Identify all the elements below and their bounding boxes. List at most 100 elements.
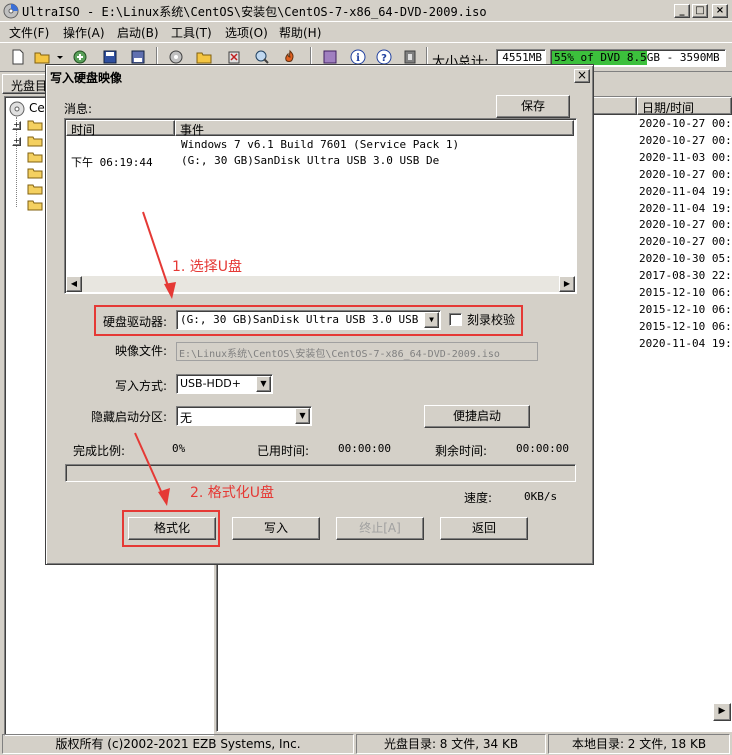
log-rows: Windows 7 v6.1 Build 7601 (Service Pack … (71, 138, 571, 178)
minimize-button[interactable]: _ (674, 4, 690, 18)
log-row-2-time: 下午 06:19:44 (71, 156, 153, 169)
dialog-close-button[interactable]: × (574, 69, 590, 83)
menu-options[interactable]: 选项(O) (225, 24, 268, 41)
file-date-cell: 2015-12-10 06:3 (639, 302, 732, 316)
left-pane-header-label: 光盘目 (11, 79, 48, 93)
completion-label: 完成比例: (73, 444, 126, 458)
menu-help[interactable]: 帮助(H) (279, 24, 321, 41)
scroll-left-button[interactable]: ◀ (66, 276, 82, 292)
folder-icon[interactable] (27, 167, 43, 179)
disc-dir-status: 光盘目录: 8 文件, 34 KB (356, 734, 546, 754)
write-button[interactable]: 写入 (232, 517, 320, 540)
delete-icon[interactable] (226, 49, 242, 65)
file-date-cell: 2020-10-27 00:2 (639, 167, 732, 181)
expand-toggle-1[interactable]: + (12, 121, 21, 130)
save-button[interactable]: 保存 (496, 95, 570, 118)
maximize-button[interactable]: □ (692, 4, 708, 18)
info-icon[interactable]: i (350, 49, 366, 65)
folder-icon[interactable] (27, 119, 43, 131)
window-titlebar: UltraISO - E:\Linux系统\CentOS\安装包\CentOS-… (0, 0, 732, 22)
log-time-header[interactable]: 时间 (66, 120, 175, 137)
folder-icon[interactable] (27, 183, 43, 195)
log-hscrollbar[interactable]: ◀ ▶ (66, 276, 575, 292)
log-event-header[interactable]: 事件 (175, 120, 574, 137)
speed-value: 0KB/s (524, 490, 558, 503)
message-log: 时间 事件 Windows 7 v6.1 Build 7601 (Service… (64, 118, 577, 294)
extract-icon[interactable] (72, 49, 88, 65)
menu-action[interactable]: 操作(A) (63, 24, 105, 41)
image-file-field[interactable]: E:\Linux系统\CentOS\安装包\CentOS-7-x86_64-DV… (176, 342, 538, 361)
svg-text:?: ? (381, 53, 387, 64)
disk-drive-highlight-box (94, 305, 523, 336)
chevron-down-icon[interactable]: ▼ (256, 376, 271, 392)
cd-icon (9, 101, 25, 117)
copyright-text: 版权所有 (c)2002-2021 EZB Systems, Inc. (2, 734, 354, 754)
hidden-partition-select[interactable]: 无 ▼ (176, 406, 312, 426)
capacity-text: 55% of DVD 8.5GB - 3590MB (554, 51, 720, 64)
menu-tools[interactable]: 工具(T) (171, 24, 212, 41)
folder-icon[interactable] (27, 151, 43, 163)
dialog-title: 写入硬盘映像 (50, 71, 123, 85)
messages-label: 消息: (64, 102, 93, 116)
file-date-cell: 2020-10-27 00:2 (639, 133, 732, 147)
elapsed-value: 00:00:00 (338, 442, 391, 455)
step1-annotation: 1. 选择U盘 (172, 259, 243, 275)
folder-icon[interactable] (27, 199, 43, 211)
file-date-cell: 2015-12-10 06:3 (639, 286, 732, 299)
close-button[interactable]: × (712, 4, 728, 18)
burn-icon[interactable] (282, 49, 298, 65)
save-icon[interactable] (102, 49, 118, 65)
file-date-cell: 2017-08-30 22:3 (639, 269, 732, 283)
date-column-header-label: 日期/时间 (642, 101, 695, 115)
speed-label: 速度: (464, 491, 493, 505)
quick-boot-button[interactable]: 便捷启动 (424, 405, 530, 428)
image-file-value: E:\Linux系统\CentOS\安装包\CentOS-7-x86_64-DV… (179, 349, 500, 360)
file-date-cell: 2020-10-27 00:2 (639, 117, 732, 130)
properties-icon[interactable] (254, 49, 270, 65)
write-method-select[interactable]: USB-HDD+ ▼ (176, 374, 273, 394)
save-as-icon[interactable] (130, 49, 146, 65)
help-icon[interactable]: ? (376, 49, 392, 65)
file-date-cell: 2015-12-10 06:3 (639, 319, 732, 333)
write-method-value: USB-HDD+ (180, 377, 241, 390)
return-button[interactable]: 返回 (440, 517, 528, 540)
progress-bar (65, 464, 576, 482)
open-folder-icon[interactable] (34, 49, 50, 65)
step2-annotation: 2. 格式化U盘 (190, 485, 275, 501)
log-time-header-label: 时间 (71, 123, 96, 137)
completion-value: 0% (172, 442, 186, 455)
compress-icon[interactable] (322, 49, 338, 65)
menu-boot[interactable]: 启动(B) (117, 24, 159, 41)
folder-icon[interactable] (27, 135, 43, 147)
log-event-header-label: 事件 (180, 123, 205, 137)
status-bar: 版权所有 (c)2002-2021 EZB Systems, Inc. 光盘目录… (0, 733, 732, 755)
remaining-label: 剩余时间: (435, 444, 488, 458)
format-highlight-box (122, 510, 220, 547)
date-column-header[interactable]: 日期/时间 (637, 97, 732, 115)
chevron-down-icon[interactable]: ▼ (295, 408, 310, 424)
add-file-icon[interactable] (168, 49, 184, 65)
file-date-cell: 2020-11-04 19:3 (639, 336, 732, 350)
expand-toggle-2[interactable]: + (12, 137, 21, 146)
stop-button[interactable]: 终止[A] (336, 517, 424, 540)
dropdown-arrow-icon[interactable] (56, 49, 64, 65)
elapsed-label: 已用时间: (257, 444, 310, 458)
scroll-right-button[interactable]: ▶ (559, 276, 575, 292)
add-folder-icon[interactable] (196, 49, 212, 65)
file-date-cell: 2020-10-27 00:2 (639, 235, 732, 249)
menu-bar: 文件(F) 操作(A) 启动(B) 工具(T) 选项(O) 帮助(H) (0, 22, 732, 42)
file-date-cell: 2020-11-04 19:3 (639, 201, 732, 215)
new-file-icon[interactable] (10, 49, 26, 65)
svg-text:i: i (356, 53, 360, 64)
image-file-label: 映像文件: (115, 344, 168, 358)
remaining-value: 00:00:00 (516, 442, 569, 455)
file-date-cell: 2020-11-03 00:1 (639, 150, 732, 164)
menu-file[interactable]: 文件(F) (9, 24, 49, 41)
dialog-titlebar: 写入硬盘映像 × (49, 68, 590, 86)
scroll-right-button[interactable]: ▶ (713, 703, 731, 721)
exit-icon[interactable] (402, 49, 418, 65)
write-method-label: 写入方式: (115, 379, 168, 393)
local-dir-status: 本地目录: 2 文件, 18 KB (548, 734, 730, 754)
hidden-partition-label: 隐藏启动分区: (91, 410, 168, 424)
hidden-partition-value: 无 (180, 411, 193, 425)
